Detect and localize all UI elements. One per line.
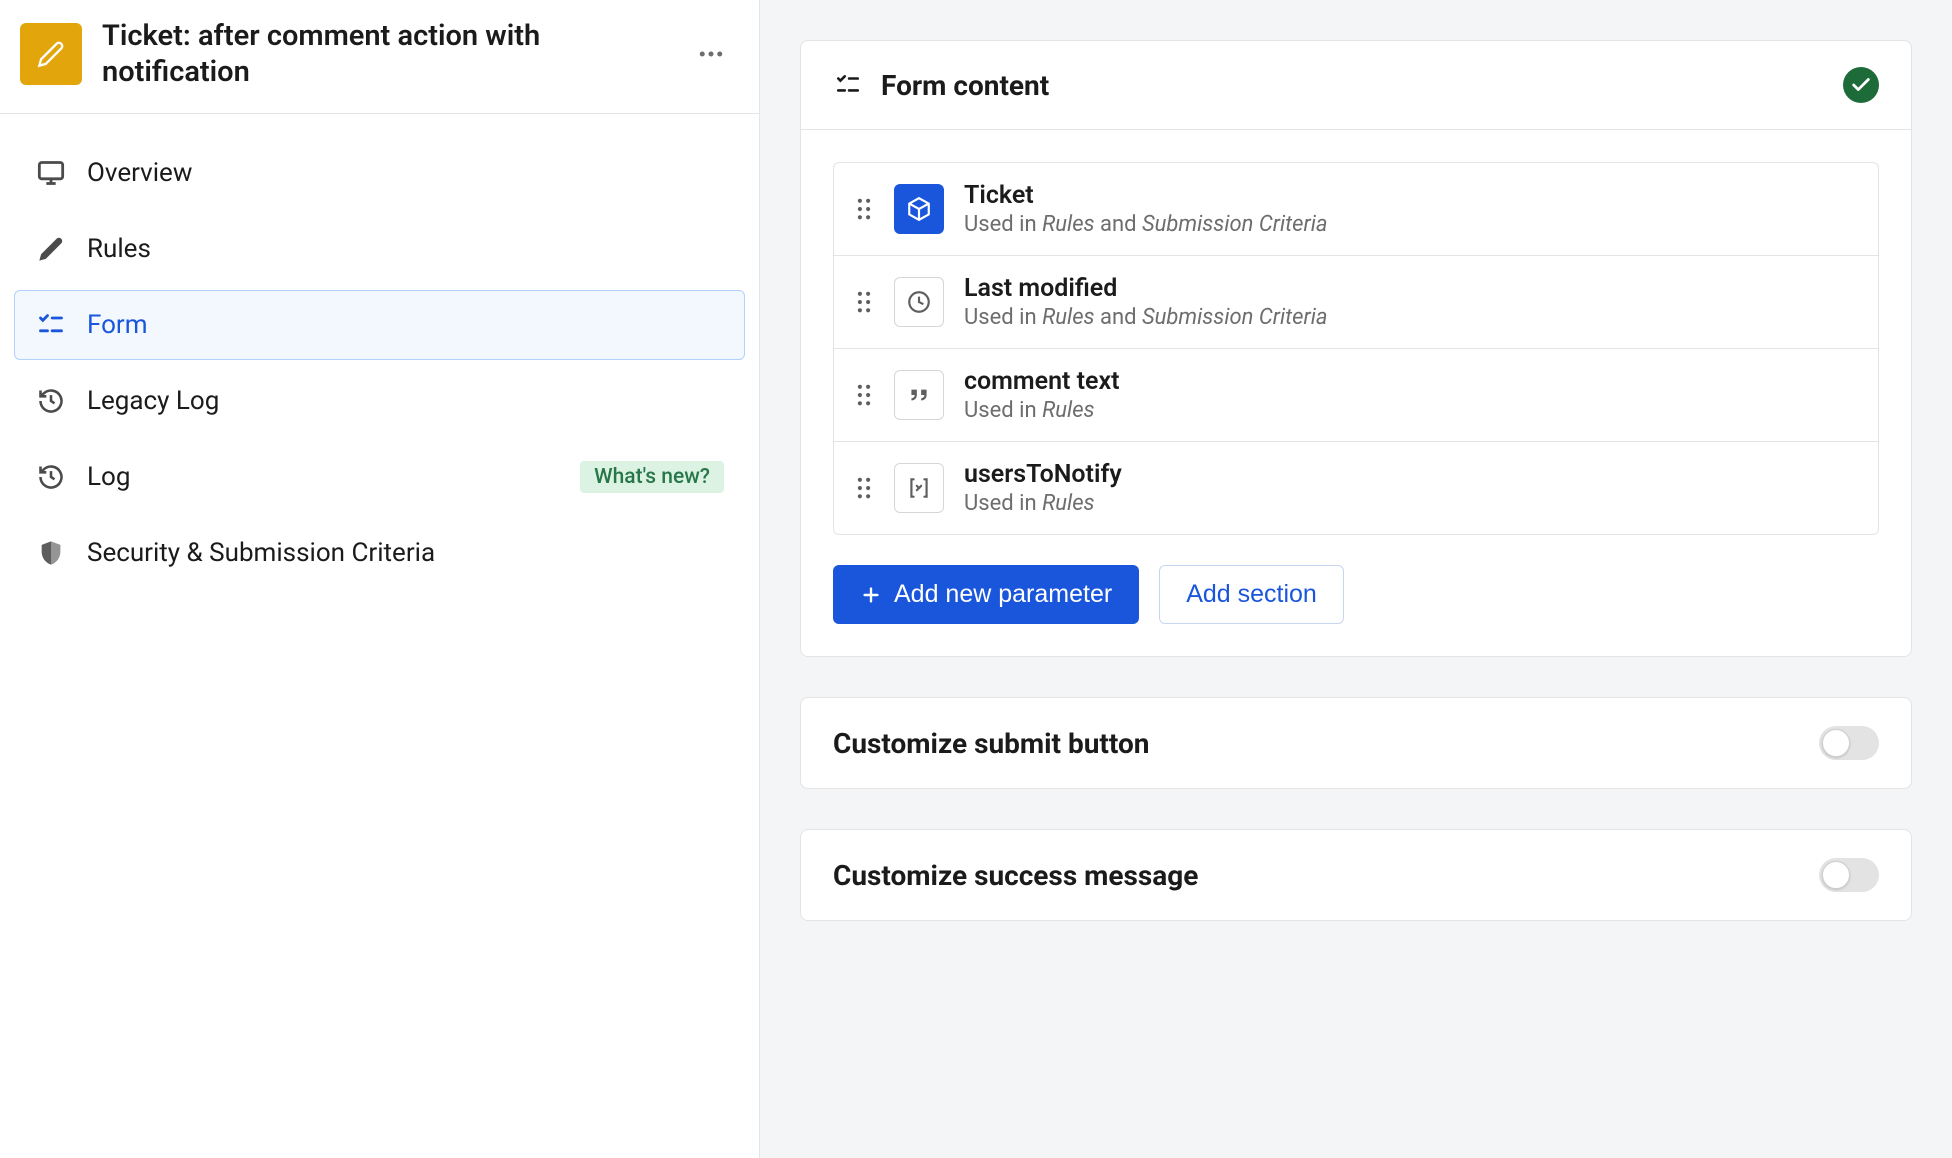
nav-item-log[interactable]: Log What's new?	[14, 442, 745, 512]
toggle-knob	[1822, 729, 1850, 757]
parameter-row[interactable]: comment text Used in Rules	[834, 349, 1878, 442]
button-row: Add new parameter Add section	[833, 565, 1879, 624]
shield-icon	[35, 537, 67, 569]
nav-item-label: Overview	[87, 158, 724, 188]
nav-item-label: Form	[87, 310, 724, 340]
parameter-subtitle: Used in Rules	[964, 491, 1122, 516]
parameter-text: comment text Used in Rules	[964, 367, 1120, 423]
drag-handle[interactable]	[854, 384, 874, 406]
ellipsis-icon	[696, 39, 726, 69]
quote-icon	[894, 370, 944, 420]
customize-success-panel: Customize success message	[800, 829, 1912, 921]
parameter-text: Last modified Used in Rules and Submissi…	[964, 274, 1328, 330]
array-icon	[894, 463, 944, 513]
form-icon	[35, 309, 67, 341]
parameter-row[interactable]: usersToNotify Used in Rules	[834, 442, 1878, 534]
parameter-row[interactable]: Last modified Used in Rules and Submissi…	[834, 256, 1878, 349]
nav-item-form[interactable]: Form	[14, 290, 745, 360]
history-icon	[35, 385, 67, 417]
sidebar: Ticket: after comment action with notifi…	[0, 0, 760, 1158]
sidebar-nav: Overview Rules Form Legacy Log	[0, 114, 759, 618]
page-title: Ticket: after comment action with notifi…	[102, 18, 667, 91]
parameter-text: usersToNotify Used in Rules	[964, 460, 1122, 516]
nav-item-label: Rules	[87, 234, 724, 264]
nav-item-label: Legacy Log	[87, 386, 724, 416]
monitor-icon	[35, 157, 67, 189]
form-parameter-list: Ticket Used in Rules and Submission Crit…	[833, 162, 1879, 535]
parameter-title: comment text	[964, 367, 1120, 396]
status-check-icon	[1843, 67, 1879, 103]
whats-new-badge[interactable]: What's new?	[580, 461, 724, 493]
customize-submit-toggle[interactable]	[1819, 726, 1879, 760]
nav-item-overview[interactable]: Overview	[14, 138, 745, 208]
main-content: Form content Tick	[760, 0, 1952, 1158]
parameter-text: Ticket Used in Rules and Submission Crit…	[964, 181, 1328, 237]
panel-title: Customize submit button	[833, 727, 1150, 760]
panel-header: Form content	[801, 41, 1911, 130]
drag-handle[interactable]	[854, 291, 874, 313]
nav-item-security[interactable]: Security & Submission Criteria	[14, 518, 745, 588]
parameter-subtitle: Used in Rules and Submission Criteria	[964, 305, 1328, 330]
action-icon	[20, 23, 82, 85]
parameter-title: Last modified	[964, 274, 1328, 303]
nav-item-label: Log	[87, 462, 560, 492]
nav-item-rules[interactable]: Rules	[14, 214, 745, 284]
plus-icon	[860, 584, 882, 606]
form-content-panel: Form content Tick	[800, 40, 1912, 657]
history-icon	[35, 461, 67, 493]
parameter-title: usersToNotify	[964, 460, 1122, 489]
customize-success-toggle[interactable]	[1819, 858, 1879, 892]
object-icon	[894, 184, 944, 234]
add-section-button[interactable]: Add section	[1159, 565, 1344, 624]
drag-handle[interactable]	[854, 198, 874, 220]
clock-icon	[894, 277, 944, 327]
form-icon	[833, 70, 863, 100]
toggle-knob	[1822, 861, 1850, 889]
panel-title: Form content	[881, 69, 1825, 102]
parameter-subtitle: Used in Rules and Submission Criteria	[964, 212, 1328, 237]
drag-handle[interactable]	[854, 477, 874, 499]
parameter-row[interactable]: Ticket Used in Rules and Submission Crit…	[834, 163, 1878, 256]
parameter-title: Ticket	[964, 181, 1328, 210]
panel-title: Customize success message	[833, 859, 1198, 892]
parameter-subtitle: Used in Rules	[964, 398, 1120, 423]
nav-item-legacy-log[interactable]: Legacy Log	[14, 366, 745, 436]
button-label: Add new parameter	[894, 580, 1112, 609]
add-parameter-button[interactable]: Add new parameter	[833, 565, 1139, 624]
pencil-icon	[35, 233, 67, 265]
sidebar-header: Ticket: after comment action with notifi…	[0, 0, 759, 114]
panel-body: Ticket Used in Rules and Submission Crit…	[801, 130, 1911, 656]
nav-item-label: Security & Submission Criteria	[87, 538, 724, 568]
button-label: Add section	[1186, 580, 1317, 609]
customize-submit-panel: Customize submit button	[800, 697, 1912, 789]
more-menu-button[interactable]	[687, 30, 735, 78]
